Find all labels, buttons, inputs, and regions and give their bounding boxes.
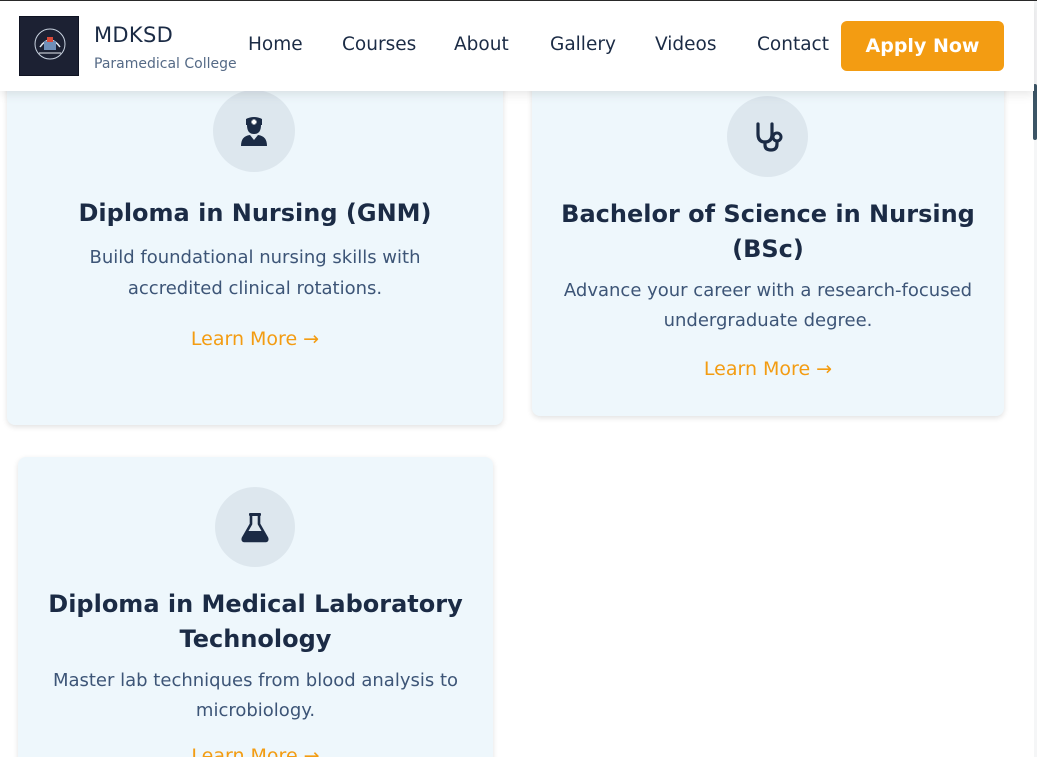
course-description: Advance your career with a research-focu…	[532, 276, 1004, 336]
learn-more-link[interactable]: Learn More →	[18, 745, 493, 757]
description-line: microbiology.	[195, 700, 316, 721]
course-card-gnm: Diploma in Nursing (GNM) Build foundatio…	[7, 60, 503, 425]
title-line: Diploma in Medical Laboratory	[48, 590, 463, 618]
course-title: Bachelor of Science in Nursing (BSc)	[532, 197, 1004, 267]
learn-more-link[interactable]: Learn More →	[7, 328, 503, 350]
flask-icon	[241, 513, 269, 543]
nav-videos[interactable]: Videos	[655, 34, 716, 55]
description-line: Master lab techniques from blood analysi…	[52, 670, 459, 691]
course-title: Diploma in Nursing (GNM)	[78, 199, 432, 227]
stethoscope-icon	[755, 121, 782, 152]
nav-contact[interactable]: Contact	[757, 34, 829, 55]
apply-now-button[interactable]: Apply Now	[841, 21, 1004, 71]
course-description: Master lab techniques from blood analysi…	[18, 666, 493, 726]
college-logo[interactable]	[19, 16, 79, 76]
course-icon-circle	[213, 90, 295, 172]
logo-emblem-icon	[20, 17, 78, 75]
description-line: accredited clinical rotations.	[127, 278, 383, 299]
course-card-dmlt: Diploma in Medical Laboratory Technology…	[18, 457, 493, 757]
title-line: (BSc)	[732, 235, 804, 263]
title-line: Bachelor of Science in Nursing	[561, 200, 975, 228]
course-icon-circle	[215, 487, 295, 567]
learn-more-link[interactable]: Learn More →	[532, 358, 1004, 380]
nav-courses[interactable]: Courses	[342, 34, 416, 55]
course-icon-circle	[727, 96, 808, 177]
title-line: Technology	[179, 625, 332, 653]
course-card-bsc: Bachelor of Science in Nursing (BSc) Adv…	[532, 60, 1004, 416]
site-header: MDKSD Paramedical College Home Courses A…	[0, 1, 1034, 91]
nav-home[interactable]: Home	[248, 34, 303, 55]
brand-subtitle: Paramedical College	[94, 56, 237, 72]
description-line: Build foundational nursing skills with	[89, 247, 421, 268]
scrollbar-thumb[interactable]	[1033, 84, 1037, 140]
description-line: Advance your career with a research-focu…	[563, 280, 973, 301]
nav-about[interactable]: About	[454, 34, 509, 55]
course-title: Diploma in Medical Laboratory Technology	[18, 587, 493, 657]
nav-gallery[interactable]: Gallery	[550, 34, 616, 55]
nurse-icon	[241, 117, 267, 146]
description-line: undergraduate degree.	[663, 310, 873, 331]
course-description: Build foundational nursing skills with a…	[7, 242, 503, 304]
brand-name: MDKSD	[94, 23, 174, 47]
